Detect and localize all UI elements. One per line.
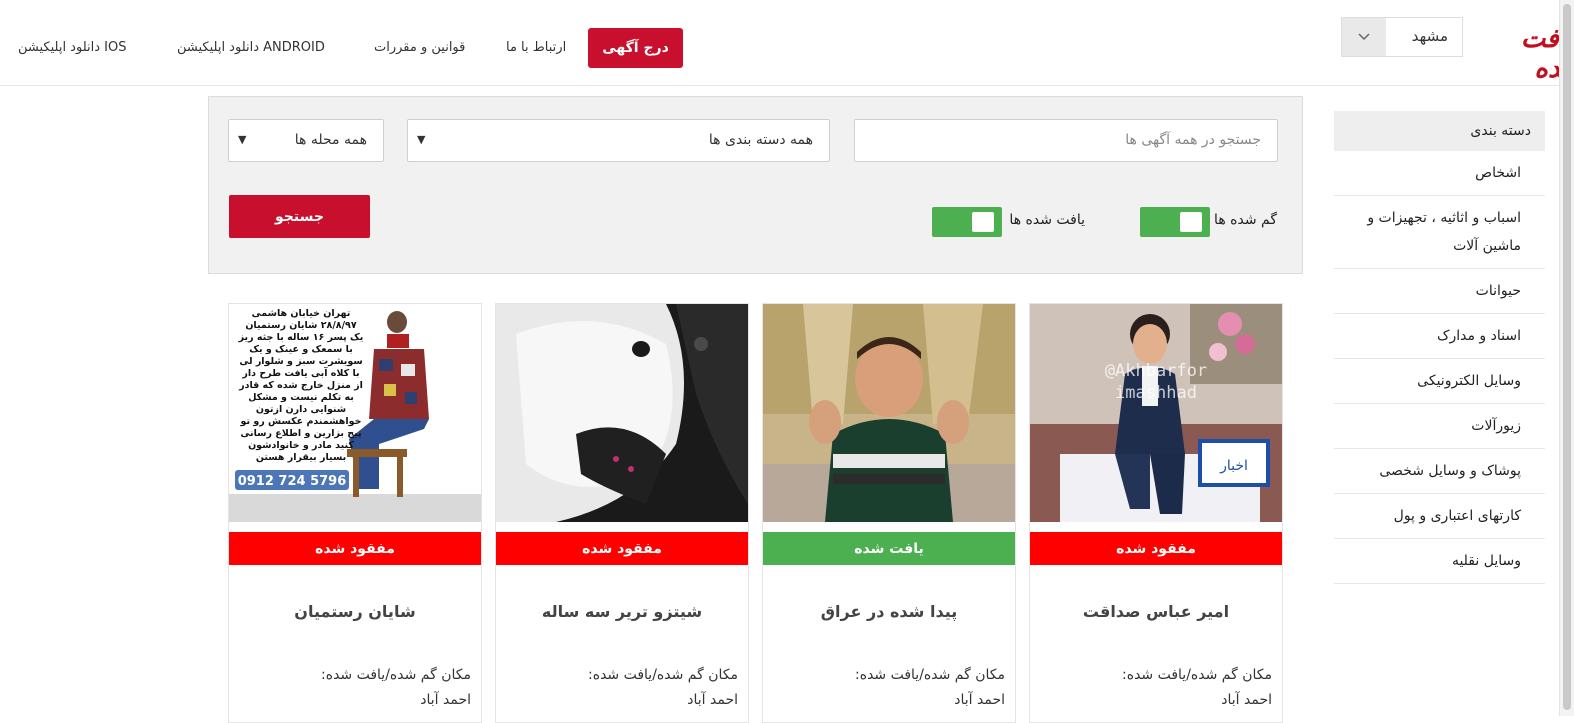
listing-photo[interactable] bbox=[763, 304, 1015, 522]
nav-rules-link[interactable]: قوانین و مقررات bbox=[374, 40, 465, 55]
location-value: احمد آباد bbox=[687, 692, 738, 708]
watermark-stamp: اخبار bbox=[1219, 458, 1248, 474]
category-sidebar: دسته بندی اشخاص اسباب و اثاثیه ، تجهیزات… bbox=[1334, 111, 1545, 584]
district-select[interactable]: همه محله ها ▼ bbox=[228, 119, 384, 162]
site-header: یافت کده مشهد درج آگهی ارتباط با ما قوان… bbox=[0, 0, 1574, 86]
status-badge: یافت شده bbox=[763, 532, 1015, 565]
post-ad-button[interactable]: درج آگهی bbox=[588, 28, 683, 68]
listing-photo[interactable]: 0912 724 5796 تهران خیابان هاشمی ۲۸/۸/۹۷… bbox=[229, 304, 481, 522]
listing-photo[interactable] bbox=[496, 304, 748, 522]
status-badge: مفقود شده bbox=[229, 532, 481, 565]
phone-number: 0912 724 5796 bbox=[238, 474, 347, 489]
status-badge: مفقود شده bbox=[1030, 532, 1282, 565]
listing-card[interactable]: اخبار @Akhbarfor imashhad مفقود شده امیر… bbox=[1029, 303, 1283, 723]
listing-card[interactable]: مفقود شده شیتزو تریر سه ساله مکان گم شده… bbox=[495, 303, 749, 723]
sidebar-item-clothing[interactable]: پوشاک و وسایل شخصی bbox=[1334, 449, 1545, 494]
toggle-knob bbox=[972, 212, 994, 232]
photo-caption-line: سویشرت سبز و شلوار لی bbox=[239, 356, 362, 367]
search-placeholder: جستجو در همه آگهی ها bbox=[1125, 132, 1261, 148]
sidebar-item-animals[interactable]: حیوانات bbox=[1334, 269, 1545, 314]
listing-title[interactable]: پیدا شده در عراق bbox=[763, 602, 1015, 621]
lost-toggle[interactable] bbox=[1140, 207, 1210, 237]
location-label: مکان گم شده/یافت شده: bbox=[588, 667, 738, 683]
city-selector[interactable]: مشهد bbox=[1341, 17, 1463, 57]
toggle-knob bbox=[1180, 212, 1202, 232]
category-select-value: همه دسته بندی ها bbox=[708, 132, 813, 148]
search-panel: جستجو در همه آگهی ها همه دسته بندی ها ▼ … bbox=[208, 96, 1303, 274]
district-select-value: همه محله ها bbox=[294, 132, 367, 148]
nav-contact-link[interactable]: ارتباط با ما bbox=[506, 40, 566, 55]
photo-caption-line: بسیار بیقرار هستن bbox=[256, 452, 346, 463]
nav-android-link[interactable]: دانلود اپلیکیشن ANDROID bbox=[177, 40, 325, 55]
photo-caption-line: خواهشمندم عکسش رو تو bbox=[240, 416, 362, 427]
found-toggle[interactable] bbox=[932, 207, 1002, 237]
listing-title[interactable]: شیتزو تریر سه ساله bbox=[496, 602, 748, 621]
search-button[interactable]: جستجو bbox=[229, 195, 370, 238]
nav-ios-link[interactable]: دانلود اپلیکیشن IOS bbox=[18, 40, 126, 55]
location-label: مکان گم شده/یافت شده: bbox=[321, 667, 471, 683]
listing-card[interactable]: یافت شده پیدا شده در عراق مکان گم شده/یا… bbox=[762, 303, 1016, 723]
search-input[interactable]: جستجو در همه آگهی ها bbox=[854, 119, 1278, 162]
sidebar-item-equipment[interactable]: اسباب و اثاثیه ، تجهیزات و ماشین آلات bbox=[1334, 196, 1545, 269]
scrollbar-thumb[interactable] bbox=[1563, 4, 1571, 710]
photo-caption-line: با سمعک و عینک و یک bbox=[249, 344, 353, 355]
listing-title[interactable]: امیر عباس صداقت bbox=[1030, 602, 1282, 621]
sidebar-item-jewelry[interactable]: زیورآلات bbox=[1334, 404, 1545, 449]
found-toggle-label: یافت شده ها bbox=[1009, 212, 1085, 228]
photo-caption-line: کنید مادر و خانوادشون bbox=[248, 440, 354, 451]
sidebar-item-vehicles[interactable]: وسایل نقلیه bbox=[1334, 539, 1545, 584]
watermark-text: @Akhbarfor bbox=[1105, 361, 1207, 381]
sidebar-title: دسته بندی bbox=[1334, 111, 1545, 151]
listing-photo[interactable]: اخبار @Akhbarfor imashhad bbox=[1030, 304, 1282, 522]
photo-caption-line: یک پسر ۱۶ ساله با جثه ریز bbox=[238, 332, 364, 343]
location-value: احمد آباد bbox=[954, 692, 1005, 708]
watermark-text: imashhad bbox=[1115, 383, 1197, 403]
location-label: مکان گم شده/یافت شده: bbox=[855, 667, 1005, 683]
photo-caption-line: شنوایی دارن ازتون bbox=[256, 404, 346, 415]
location-label: مکان گم شده/یافت شده: bbox=[1122, 667, 1272, 683]
photo-caption-line: با کلاه آبی یافت طرح دار bbox=[241, 366, 359, 379]
photo-caption-line: از منزل خارج شده که قادر bbox=[238, 380, 363, 391]
category-select[interactable]: همه دسته بندی ها ▼ bbox=[407, 119, 830, 162]
sidebar-item-cards-money[interactable]: کارتهای اعتباری و پول bbox=[1334, 494, 1545, 539]
chevron-down-icon[interactable] bbox=[1342, 18, 1386, 56]
sidebar-item-electronics[interactable]: وسایل الکترونیکی bbox=[1334, 359, 1545, 404]
location-value: احمد آباد bbox=[420, 692, 471, 708]
sidebar-item-documents[interactable]: اسناد و مدارک bbox=[1334, 314, 1545, 359]
sidebar-item-persons[interactable]: اشخاص bbox=[1334, 151, 1545, 196]
caret-down-icon: ▼ bbox=[417, 133, 426, 146]
lost-toggle-label: گم شده ها bbox=[1214, 212, 1277, 228]
listing-card[interactable]: 0912 724 5796 تهران خیابان هاشمی ۲۸/۸/۹۷… bbox=[228, 303, 482, 723]
photo-caption-line: به تکلم نیست و مشکل bbox=[248, 392, 354, 403]
photo-caption-line: ۲۸/۸/۹۷ شایان رستمیان bbox=[245, 320, 357, 331]
caret-down-icon: ▼ bbox=[238, 133, 247, 146]
photo-caption-line: تهران خیابان هاشمی bbox=[252, 308, 351, 319]
location-value: احمد آباد bbox=[1221, 692, 1272, 708]
photo-caption-line: پیج بزارین و اطلاع رسانی bbox=[240, 428, 361, 439]
page-scrollbar[interactable] bbox=[1559, 0, 1574, 716]
city-label: مشهد bbox=[1411, 27, 1448, 45]
listing-title[interactable]: شایان رستمیان bbox=[229, 602, 481, 621]
status-badge: مفقود شده bbox=[496, 532, 748, 565]
